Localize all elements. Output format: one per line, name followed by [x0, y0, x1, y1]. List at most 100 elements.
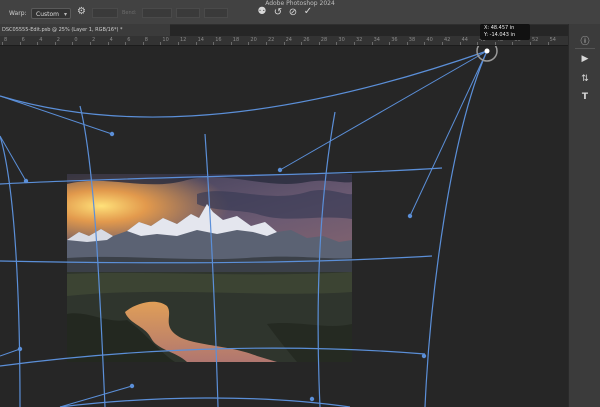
mesh-curve-row2	[0, 167, 443, 185]
coordinate-readout: X: 48.457 in Y: -14.043 in	[480, 24, 530, 40]
ruler-tick-label: 10	[162, 37, 169, 43]
v-distort-field[interactable]	[204, 8, 228, 18]
checkmark-icon[interactable]: ✓	[302, 6, 314, 17]
ruler-tick-label: 8	[144, 37, 148, 43]
ruler-tick-label: 6	[127, 37, 131, 43]
ruler-tick	[19, 42, 21, 45]
ruler-tick	[2, 42, 3, 45]
ruler-tick	[54, 42, 56, 45]
readout-y: Y: -14.043 in	[484, 32, 516, 38]
document-tab[interactable]: DSC05555-Edit.psb @ 25% (Layer 1, RGB/16…	[0, 24, 170, 36]
ruler-tick-label: 34	[373, 37, 380, 43]
ruler-tick	[371, 42, 373, 45]
ruler-tick-label: 20	[250, 37, 257, 43]
ruler-tick	[72, 42, 74, 45]
adjust-icon[interactable]: ⇅	[569, 74, 600, 84]
mesh-curve-row3	[0, 255, 433, 264]
warp-mesh[interactable]	[0, 46, 568, 407]
ruler-tick-label: 22	[268, 37, 275, 43]
ruler-tick-label: 38	[408, 37, 416, 43]
ruler-tick-label: 16	[215, 37, 222, 43]
ruler-tick-label: 12	[180, 37, 187, 43]
ruler-tick-label: 44	[461, 37, 468, 43]
warp-style-value: Custom	[36, 11, 59, 18]
type-icon[interactable]: T	[569, 92, 600, 102]
ruler-tick	[107, 42, 109, 45]
canvas-area[interactable]: X: 48.457 in Y: -14.043 in	[0, 24, 568, 407]
warp-style-select[interactable]: Custom ▾	[31, 8, 71, 19]
ruler-tick-label: 0	[74, 37, 78, 43]
ruler-tick	[336, 42, 338, 45]
ruler-tick-label: 26	[303, 37, 310, 43]
info-icon[interactable]: ⓘ	[569, 34, 600, 47]
warp-orientation-box[interactable]	[92, 8, 118, 18]
ruler-tick-label: 2	[92, 37, 96, 43]
ruler-tick	[389, 42, 391, 45]
ruler-tick-label: 8	[4, 37, 8, 43]
ruler-tick-label: 2	[56, 37, 60, 43]
bend-label: Bend:	[122, 10, 137, 16]
ruler-tick-label: 4	[39, 37, 43, 43]
ruler-tick-label: 40	[426, 37, 433, 43]
ruler-tick	[248, 42, 250, 45]
ruler-tick-label: 42	[444, 37, 451, 43]
ruler-tick	[142, 42, 144, 45]
ruler-tick	[37, 42, 39, 45]
ruler-tick	[195, 42, 197, 45]
warp-grid-icon[interactable]: ⚉	[256, 6, 268, 17]
mesh-curve-col2	[79, 105, 106, 407]
h-distort-field[interactable]	[176, 8, 200, 18]
readout-x: X: 48.457 in	[484, 25, 515, 31]
app-title: Adobe Photoshop 2024	[265, 0, 335, 7]
ruler-tick	[459, 42, 461, 45]
mesh-curve-bottom	[59, 397, 351, 407]
ruler-tick-label: 52	[532, 37, 539, 43]
ruler-tick	[406, 42, 408, 45]
ruler-tick	[512, 42, 514, 45]
ruler-tick-label: 24	[285, 37, 292, 43]
ruler-tick-label: 18	[232, 37, 240, 43]
ruler-tick-label: 28	[320, 37, 328, 43]
ruler-tick	[477, 42, 479, 45]
ruler-tick-label: 14	[197, 37, 204, 43]
ruler-tick	[178, 42, 179, 45]
warp-label: Warp:	[9, 10, 27, 17]
ruler-tick	[230, 42, 232, 45]
ruler-tick	[354, 42, 355, 45]
ruler-tick	[213, 42, 215, 45]
mesh-curve-left	[0, 135, 21, 407]
ruler-tick	[547, 42, 549, 45]
reset-icon[interactable]: ↺	[272, 7, 284, 18]
cancel-icon[interactable]: ⊘	[287, 7, 299, 18]
play-icon[interactable]: ▶	[569, 54, 600, 64]
ruler-tick	[442, 42, 443, 45]
mesh-curve-right	[424, 50, 488, 407]
ruler-tick	[494, 42, 496, 45]
mesh-curve-col3	[204, 133, 219, 407]
ruler-tick-label: 36	[391, 37, 398, 43]
right-panel-bar: ⓘ ▶ ⇅ T	[568, 24, 600, 407]
ruler-tick-label: 6	[21, 37, 25, 43]
ruler-tick	[318, 42, 320, 45]
ruler-tick	[283, 42, 285, 45]
gear-icon[interactable]: ⚙	[77, 6, 86, 17]
mesh-curve-top	[0, 50, 488, 118]
chevron-down-icon: ▾	[63, 11, 67, 18]
corner-handle	[484, 48, 490, 54]
bend-field[interactable]	[142, 8, 172, 18]
mesh-curve-col4	[317, 111, 336, 407]
ruler-tick-label: 4	[109, 37, 113, 43]
options-bar: Adobe Photoshop 2024 Warp: Custom ▾ ⚙ Be…	[0, 0, 600, 25]
ruler-tick	[424, 42, 426, 45]
divider	[575, 48, 595, 49]
ruler-tick-label: 30	[338, 37, 345, 43]
ruler-tick	[266, 42, 267, 45]
ruler-tick-label: 32	[356, 37, 363, 43]
mesh-curve-row4	[0, 347, 426, 367]
ruler-tick	[90, 42, 91, 45]
ruler-tick-label: 54	[549, 37, 556, 43]
ruler-tick	[160, 42, 162, 45]
ruler-tick	[125, 42, 127, 45]
ruler-tick	[530, 42, 531, 45]
ruler-tick	[301, 42, 303, 45]
